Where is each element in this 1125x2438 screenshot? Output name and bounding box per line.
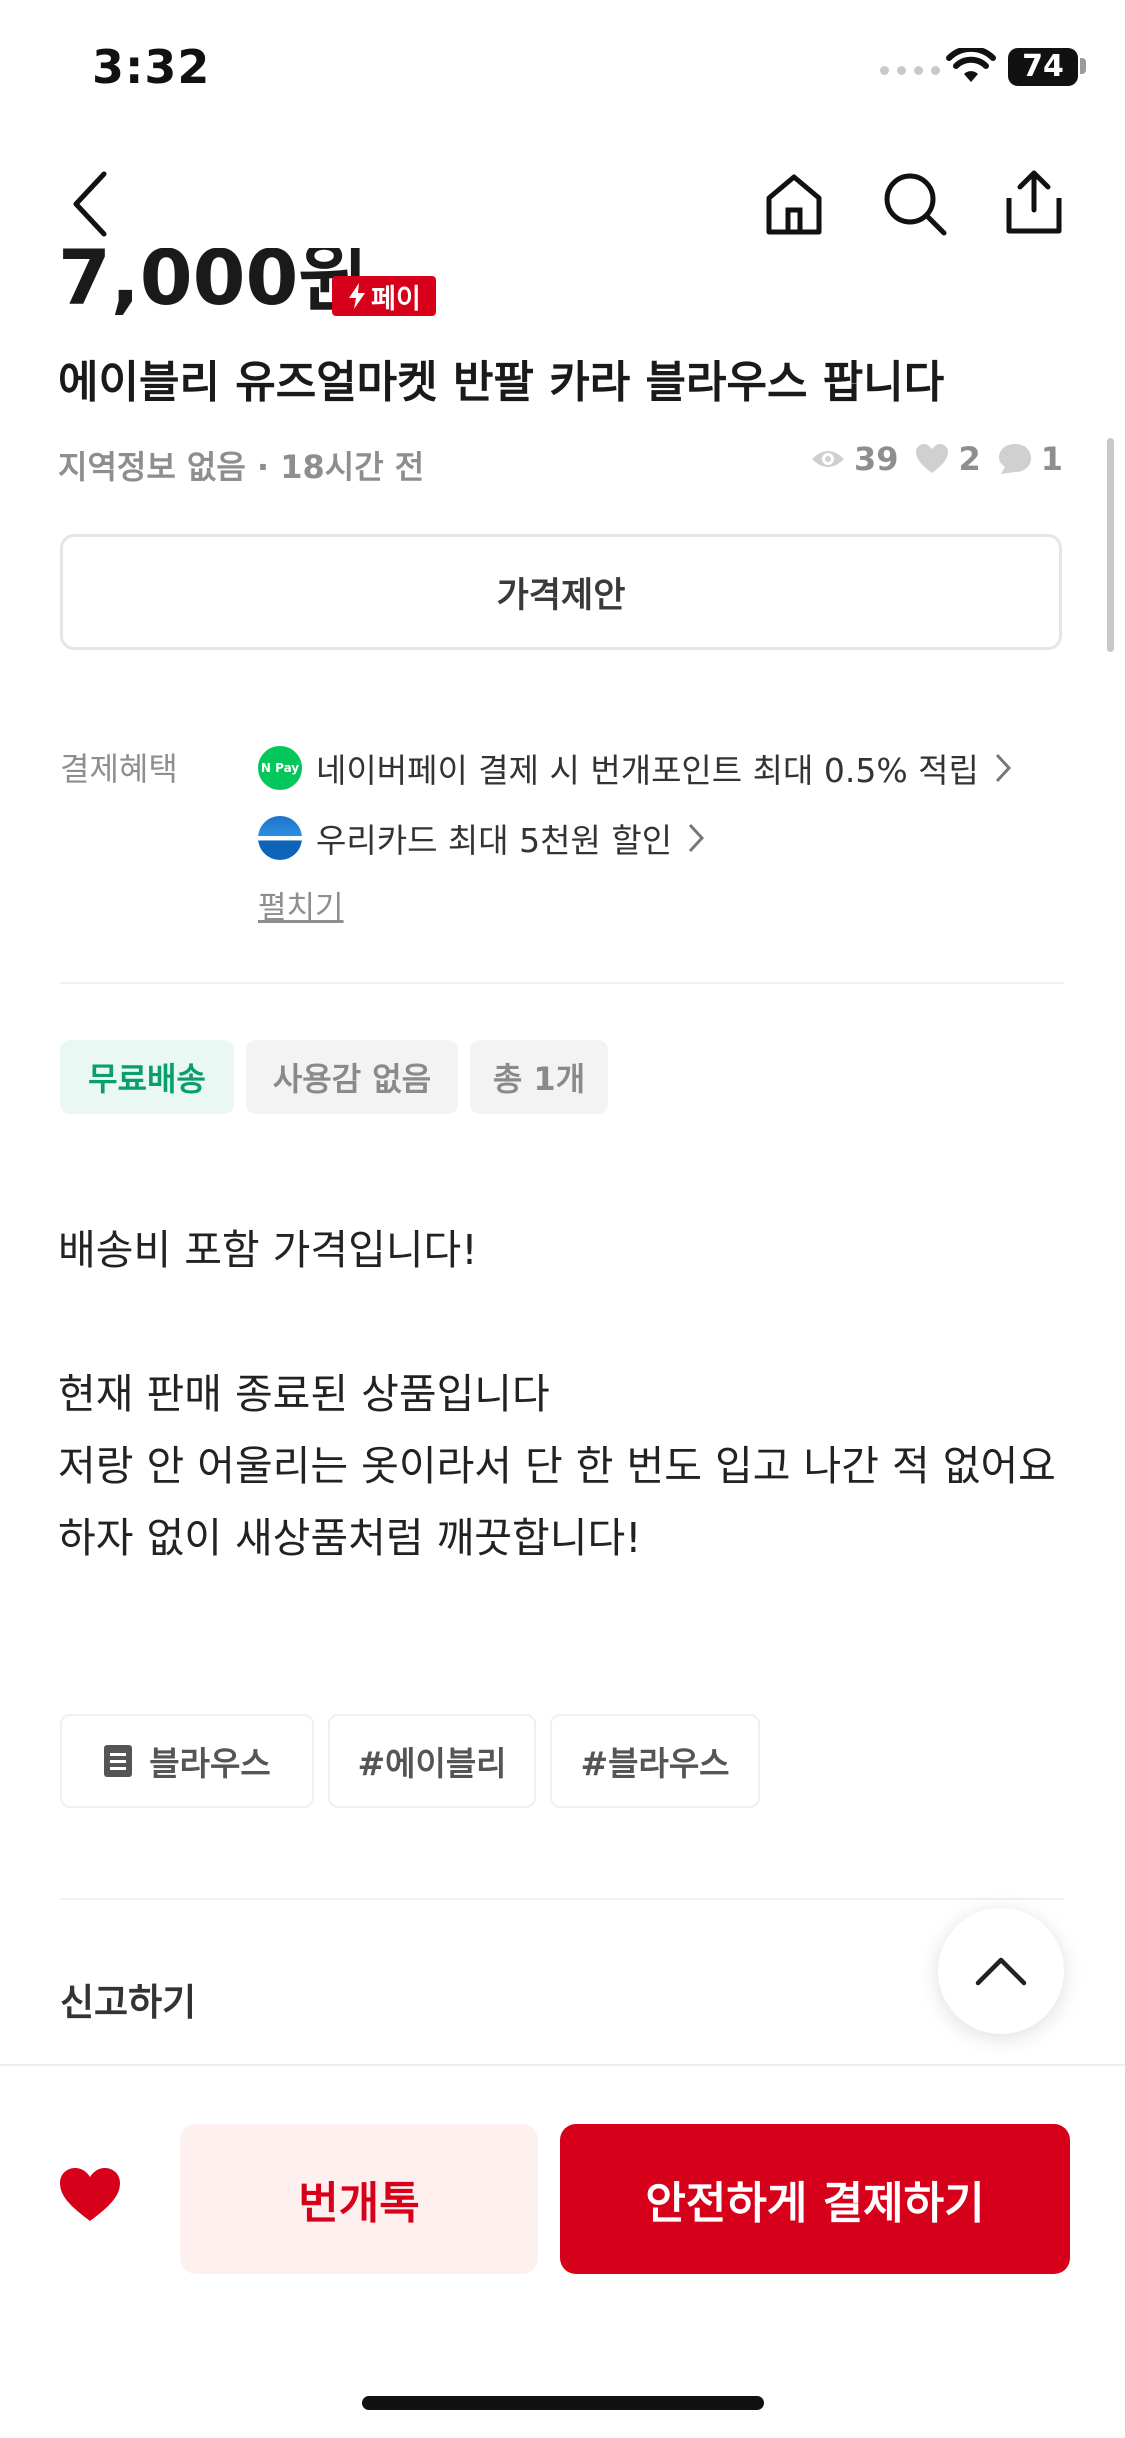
report-link[interactable]: 신고하기 xyxy=(60,1972,196,2026)
heart-icon xyxy=(916,444,949,473)
views-count: 39 xyxy=(853,440,899,478)
chat-bubble-icon xyxy=(998,444,1031,474)
likes-stat: 2 xyxy=(914,440,981,478)
quantity-tag: 총 1개 xyxy=(470,1040,608,1114)
category-chip[interactable]: 블라우스 xyxy=(60,1714,314,1808)
heart-icon xyxy=(60,2168,120,2221)
home-button[interactable] xyxy=(762,168,826,240)
chevron-right-icon xyxy=(688,823,705,853)
pay-badge-label: 페이 xyxy=(371,283,421,315)
pay-badge: 페이 xyxy=(332,276,436,316)
share-icon xyxy=(1006,170,1062,234)
cellular-signal-icon xyxy=(880,66,940,75)
back-button[interactable] xyxy=(60,168,120,240)
naver-benefit-text: 네이버페이 결제 시 번개포인트 최대 0.5% 적립 xyxy=(316,751,979,790)
price-offer-button[interactable]: 가격제안 xyxy=(60,534,1062,650)
wifi-icon xyxy=(946,48,996,82)
product-stats: 39 2 1 xyxy=(810,440,1063,478)
benefit-label: 결제혜택 xyxy=(60,750,178,788)
divider xyxy=(60,982,1064,984)
battery-icon: 74 xyxy=(1008,48,1078,86)
scrollbar[interactable] xyxy=(1107,438,1114,652)
condition-tag: 사용감 없음 xyxy=(246,1040,458,1114)
battery-cap xyxy=(1080,58,1086,74)
share-button[interactable] xyxy=(1002,166,1066,238)
woori-benefit-row[interactable]: 우리카드 최대 5천원 할인 xyxy=(258,814,706,862)
eye-icon xyxy=(811,451,844,467)
product-description: 배송비 포함 가격입니다! 현재 판매 종료된 상품입니다 저랑 안 어울리는 … xyxy=(58,1226,1056,1562)
hashtag-chip[interactable]: #에이블리 xyxy=(328,1714,536,1808)
chevron-right-icon xyxy=(995,753,1011,783)
product-meta: 지역정보 없음 · 18시간 전 xyxy=(58,448,425,486)
free-shipping-tag: 무료배송 xyxy=(60,1040,234,1114)
search-icon xyxy=(884,173,947,236)
product-title: 에이블리 유즈얼마켓 반팔 카라 블라우스 팝니다 xyxy=(58,357,945,408)
chats-count: 1 xyxy=(1040,440,1063,478)
safe-pay-button[interactable]: 안전하게 결제하기 xyxy=(560,2124,1070,2274)
hashtag-chip[interactable]: #블라우스 xyxy=(550,1714,760,1808)
home-indicator xyxy=(362,2396,764,2410)
search-button[interactable] xyxy=(880,168,950,240)
views-stat: 39 xyxy=(810,440,899,478)
chats-stat: 1 xyxy=(997,440,1063,478)
status-time: 3:32 xyxy=(92,40,211,94)
woori-card-logo xyxy=(258,816,302,860)
lightning-icon xyxy=(349,283,366,309)
back-arrow-icon xyxy=(73,171,107,237)
divider xyxy=(60,1898,1064,1900)
naver-pay-logo: N Pay xyxy=(258,746,302,790)
chat-button[interactable]: 번개톡 xyxy=(180,2124,538,2274)
woori-benefit-text: 우리카드 최대 5천원 할인 xyxy=(316,821,673,860)
scroll-to-top-button[interactable] xyxy=(938,1908,1064,2034)
naver-benefit-row[interactable]: N Pay 네이버페이 결제 시 번개포인트 최대 0.5% 적립 xyxy=(258,744,1013,792)
document-icon xyxy=(104,1745,133,1777)
product-price: 7,000원 xyxy=(58,248,369,322)
chevron-up-icon xyxy=(975,1957,1027,1986)
likes-count: 2 xyxy=(958,440,981,478)
home-icon xyxy=(766,174,822,235)
category-chip-label: 블라우스 xyxy=(149,1744,271,1783)
expand-link[interactable]: 펼치기 xyxy=(258,882,344,927)
like-button[interactable] xyxy=(58,2166,122,2228)
